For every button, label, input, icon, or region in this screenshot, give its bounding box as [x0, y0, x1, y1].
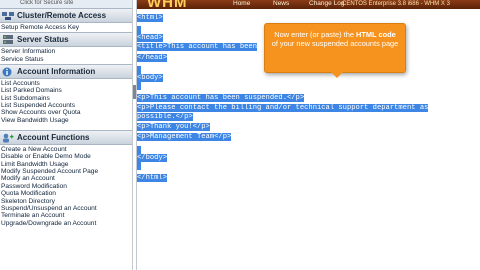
code-text: <p>Thank you!</p>	[137, 123, 210, 131]
selection-blank	[137, 66, 141, 74]
code-text: <body>	[137, 74, 163, 82]
splitter-handle[interactable]	[133, 85, 136, 99]
section-header-account-functions[interactable]: Account Functions	[0, 130, 132, 146]
code-line: <head>	[137, 34, 163, 42]
sidebar-item-service-status[interactable]: Service Status	[1, 56, 132, 63]
selection-blank	[137, 146, 141, 154]
code-line: <html>	[137, 14, 163, 22]
section-header-account-information[interactable]: Account Information	[0, 64, 132, 80]
callout-text-after: of your new suspended accounts page	[271, 39, 399, 49]
section-title: Server Status	[17, 35, 69, 45]
sidebar-item-quota-modification[interactable]: Quota Modification	[1, 190, 132, 197]
section-title: Account Functions	[17, 133, 90, 143]
code-text: possible.</p>	[137, 113, 193, 121]
code-line: <title>This account has been	[137, 43, 257, 51]
nav-news[interactable]: News	[273, 0, 289, 8]
section-list-account-functions: Create a New Account Disable or Enable D…	[0, 145, 132, 228]
sidebar-item-setup-remote-access-key[interactable]: Setup Remote Access Key	[1, 24, 132, 31]
callout-text-before: Now enter (or paste) the	[274, 30, 357, 39]
code-line: <p>Thank you!</p>	[137, 123, 210, 131]
code-line: <p>This account has been suspended.</p>	[137, 94, 305, 102]
sidebar-item-modify-suspended-page[interactable]: Modify Suspended Account Page	[1, 168, 132, 175]
code-line: </head>	[137, 54, 167, 62]
code-line: <p>Please contact the billing and/or tec…	[137, 104, 429, 112]
sidebar-item-list-accounts[interactable]: List Accounts	[1, 80, 132, 87]
sidebar: Click for Secure site Cluster/Remote Acc…	[0, 0, 132, 270]
sidebar-item-skeleton-directory[interactable]: Skeleton Directory	[1, 198, 132, 205]
sidebar-item-upgrade-downgrade[interactable]: Upgrade/Downgrade an Account	[1, 220, 132, 227]
code-text: <p>Please contact the billing and/or tec…	[137, 104, 429, 112]
functions-icon	[3, 133, 14, 143]
code-text: <title>This account has been	[137, 43, 257, 51]
sidebar-item-list-parked-domains[interactable]: List Parked Domains	[1, 87, 132, 94]
code-text: <p>This account has been suspended.</p>	[137, 94, 305, 102]
whm-logo: WHM	[147, 0, 188, 9]
nav-change-log[interactable]: Change Log	[309, 0, 344, 8]
version-text: CENTOS Enterprise 3.8 i686 - WHM X 3	[342, 1, 450, 7]
code-text: <html>	[137, 14, 163, 22]
section-title: Account Information	[17, 67, 96, 77]
info-icon	[2, 67, 12, 77]
sidebar-item-create-new-account[interactable]: Create a New Account	[1, 146, 132, 153]
code-text: </head>	[137, 54, 167, 62]
tutorial-callout: Now enter (or paste) the HTML code of yo…	[264, 23, 406, 78]
sidebar-item-suspend-unsuspend[interactable]: Suspend/Unsuspend an Account	[1, 205, 132, 212]
sidebar-item-list-suspended-accounts[interactable]: List Suspended Accounts	[1, 102, 132, 109]
nav-home[interactable]: Home	[233, 0, 250, 8]
section-title: Cluster/Remote Access	[17, 11, 107, 20]
code-line: </body>	[137, 154, 167, 162]
sidebar-item-demo-mode[interactable]: Disable or Enable Demo Mode	[1, 153, 132, 160]
sidebar-item-view-bandwidth-usage[interactable]: View Bandwidth Usage	[1, 117, 132, 124]
server-icon	[3, 34, 13, 44]
top-bar: WHM Home News Change Log CENTOS Enterpri…	[137, 0, 480, 9]
sidebar-item-modify-account[interactable]: Modify an Account	[1, 175, 132, 182]
sidebar-item-list-subdomains[interactable]: List Subdomains	[1, 95, 132, 102]
cluster-icon	[2, 11, 14, 20]
section-list-server-status: Server Information Service Status	[0, 47, 132, 64]
code-text: <head>	[137, 34, 163, 42]
selection-blank	[137, 162, 141, 170]
code-line: <p>Management Team</p>	[137, 133, 232, 141]
section-header-server-status[interactable]: Server Status	[0, 32, 132, 48]
code-line: <body>	[137, 74, 163, 82]
sidebar-item-limit-bandwidth[interactable]: Limit Bandwidth Usage	[1, 161, 132, 168]
sidebar-item-terminate-account[interactable]: Terminate an Account	[1, 212, 132, 219]
code-text: <p>Management Team</p>	[137, 133, 232, 141]
code-line: </html>	[137, 174, 167, 182]
selection-blank	[137, 82, 141, 90]
sidebar-item-show-accounts-over-quota[interactable]: Show Accounts over Quota	[1, 109, 132, 116]
code-text: </html>	[137, 174, 167, 182]
section-header-cluster[interactable]: Cluster/Remote Access	[0, 8, 132, 23]
selection-blank	[137, 26, 141, 34]
secure-site-link[interactable]: Click for Secure site	[0, 0, 132, 8]
section-list-cluster: Setup Remote Access Key	[0, 23, 132, 32]
code-line: possible.</p>	[137, 113, 193, 121]
sidebar-item-password-modification[interactable]: Password Modification	[1, 183, 132, 190]
code-text: </body>	[137, 154, 167, 162]
section-list-account-information: List Accounts List Parked Domains List S…	[0, 79, 132, 125]
sidebar-item-server-information[interactable]: Server Information	[1, 48, 132, 55]
callout-text-bold: HTML code	[356, 30, 396, 39]
callout-arrow	[331, 72, 343, 78]
